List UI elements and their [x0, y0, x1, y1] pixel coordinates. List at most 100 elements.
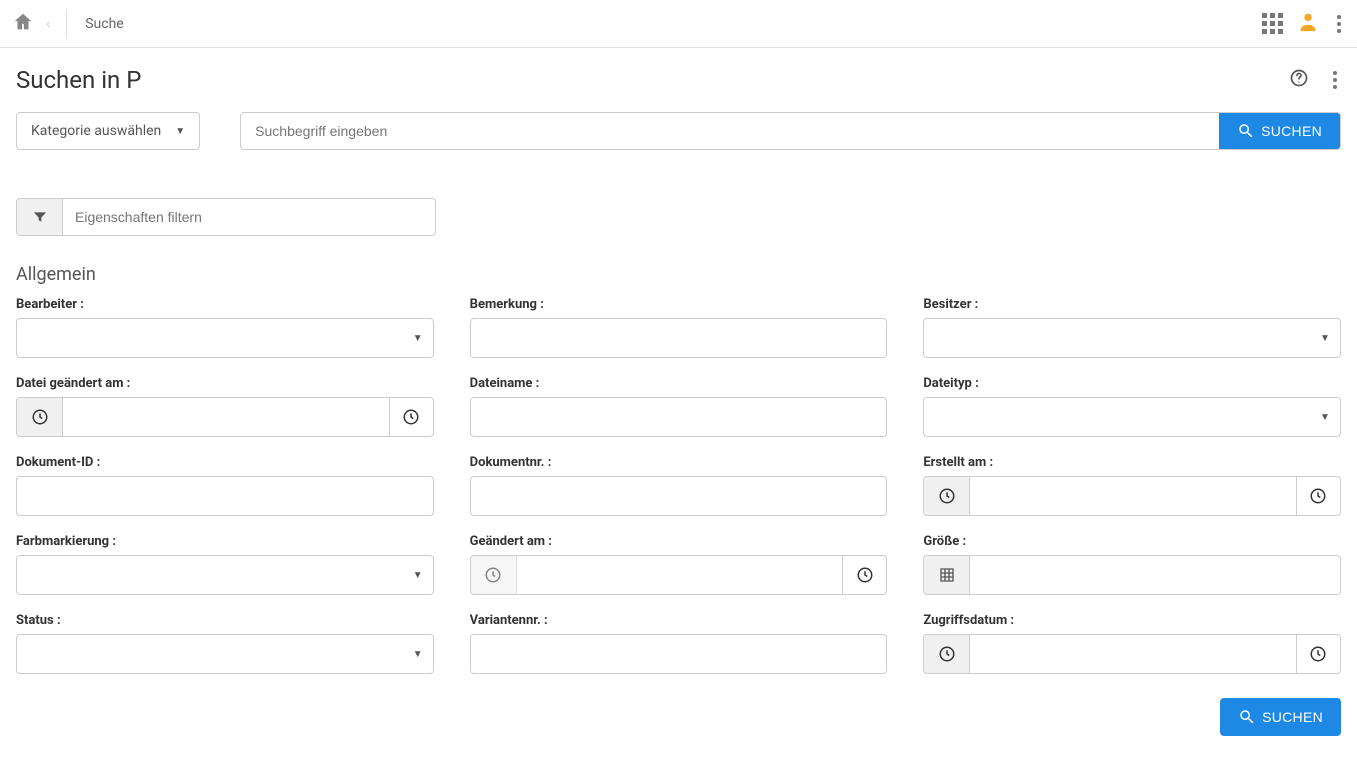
clock-icon[interactable] — [924, 477, 970, 515]
caret-down-icon[interactable]: ▼ — [1310, 319, 1340, 357]
breadcrumb[interactable]: Suche — [85, 16, 124, 32]
control-groesse[interactable] — [923, 555, 1341, 595]
caret-down-icon[interactable]: ▼ — [403, 319, 433, 357]
label-bemerkung: Bemerkung : — [470, 297, 888, 312]
control-geaendert-am[interactable] — [470, 555, 888, 595]
caret-down-icon[interactable]: ▼ — [403, 556, 433, 594]
caret-down-icon: ▼ — [175, 126, 185, 137]
field-dateiname: Dateiname : — [470, 376, 888, 437]
field-besitzer: Besitzer : ▼ — [923, 297, 1341, 358]
control-dokument-id[interactable] — [16, 476, 434, 516]
label-farbmarkierung: Farbmarkierung : — [16, 534, 434, 549]
search-button-bottom[interactable]: SUCHEN — [1220, 698, 1341, 736]
clock-icon[interactable] — [924, 635, 970, 673]
field-dokumentnr: Dokumentnr. : — [470, 455, 888, 516]
control-datei-geaendert-am[interactable] — [16, 397, 434, 437]
category-select[interactable]: Kategorie auswählen ▼ — [16, 112, 200, 150]
control-dateiname[interactable] — [470, 397, 888, 437]
field-bearbeiter: Bearbeiter : ▼ — [16, 297, 434, 358]
label-groesse: Größe : — [923, 534, 1341, 549]
input-farbmarkierung[interactable] — [17, 556, 403, 594]
caret-down-icon[interactable]: ▼ — [1310, 398, 1340, 436]
table-icon[interactable] — [924, 556, 970, 594]
filter-input[interactable] — [63, 199, 435, 235]
filter-row — [0, 158, 1357, 244]
page-title: Suchen in P — [16, 66, 141, 94]
field-zugriffsdatum: Zugriffsdatum : — [923, 613, 1341, 674]
caret-down-icon[interactable]: ▼ — [403, 635, 433, 673]
more-menu-icon[interactable] — [1333, 11, 1345, 37]
field-dateityp: Dateityp : ▼ — [923, 376, 1341, 437]
control-farbmarkierung[interactable]: ▼ — [16, 555, 434, 595]
search-row: Kategorie auswählen ▼ SUCHEN — [0, 98, 1357, 158]
apps-icon[interactable] — [1262, 13, 1283, 34]
control-besitzer[interactable]: ▼ — [923, 318, 1341, 358]
control-erstellt-am[interactable] — [923, 476, 1341, 516]
field-geaendert-am: Geändert am : — [470, 534, 888, 595]
input-besitzer[interactable] — [924, 319, 1310, 357]
input-dateiname[interactable] — [471, 398, 887, 436]
section-allgemein: Allgemein Bearbeiter : ▼ Bemerkung : Bes… — [0, 244, 1357, 682]
input-erstellt-am[interactable] — [970, 477, 1296, 515]
clock-icon — [471, 556, 517, 594]
page-more-icon[interactable] — [1329, 67, 1341, 93]
category-label: Kategorie auswählen — [31, 123, 161, 139]
label-bearbeiter: Bearbeiter : — [16, 297, 434, 312]
label-erstellt-am: Erstellt am : — [923, 455, 1341, 470]
input-status[interactable] — [17, 635, 403, 673]
section-title: Allgemein — [16, 264, 1341, 285]
clock-picker-icon[interactable] — [1296, 635, 1340, 673]
input-variantennr[interactable] — [471, 635, 887, 673]
search-input[interactable] — [241, 113, 1219, 149]
control-bemerkung[interactable] — [470, 318, 888, 358]
label-zugriffsdatum: Zugriffsdatum : — [923, 613, 1341, 628]
user-icon[interactable] — [1297, 11, 1319, 37]
search-button-label: SUCHEN — [1261, 123, 1322, 139]
filter-icon[interactable] — [17, 199, 63, 235]
label-geaendert-am: Geändert am : — [470, 534, 888, 549]
label-dateityp: Dateityp : — [923, 376, 1341, 391]
input-dateityp[interactable] — [924, 398, 1310, 436]
field-datei-geaendert-am: Datei geändert am : — [16, 376, 434, 437]
clock-picker-icon[interactable] — [389, 398, 433, 436]
search-button-bottom-label: SUCHEN — [1262, 709, 1323, 725]
clock-picker-icon[interactable] — [842, 556, 886, 594]
help-icon[interactable] — [1289, 68, 1309, 92]
clock-icon[interactable] — [17, 398, 63, 436]
clock-picker-icon[interactable] — [1296, 477, 1340, 515]
label-datei-geaendert-am: Datei geändert am : — [16, 376, 434, 391]
home-icon[interactable] — [12, 11, 34, 37]
input-geaendert-am[interactable] — [517, 556, 843, 594]
top-bar: ‹ Suche — [0, 0, 1357, 48]
input-dokumentnr[interactable] — [471, 477, 887, 515]
control-bearbeiter[interactable]: ▼ — [16, 318, 434, 358]
control-zugriffsdatum[interactable] — [923, 634, 1341, 674]
control-dateityp[interactable]: ▼ — [923, 397, 1341, 437]
input-dokument-id[interactable] — [17, 477, 433, 515]
control-status[interactable]: ▼ — [16, 634, 434, 674]
page-header: Suchen in P — [0, 48, 1357, 98]
filter-group — [16, 198, 436, 236]
input-bemerkung[interactable] — [471, 319, 887, 357]
field-farbmarkierung: Farbmarkierung : ▼ — [16, 534, 434, 595]
field-status: Status : ▼ — [16, 613, 434, 674]
input-datei-geaendert-am[interactable] — [63, 398, 389, 436]
field-dokument-id: Dokument-ID : — [16, 455, 434, 516]
label-besitzer: Besitzer : — [923, 297, 1341, 312]
input-bearbeiter[interactable] — [17, 319, 403, 357]
label-dokumentnr: Dokumentnr. : — [470, 455, 888, 470]
divider — [66, 10, 67, 38]
input-zugriffsdatum[interactable] — [970, 635, 1296, 673]
field-groesse: Größe : — [923, 534, 1341, 595]
label-dateiname: Dateiname : — [470, 376, 888, 391]
control-variantennr[interactable] — [470, 634, 888, 674]
search-button[interactable]: SUCHEN — [1219, 113, 1340, 149]
label-variantennr: Variantennr. : — [470, 613, 888, 628]
field-variantennr: Variantennr. : — [470, 613, 888, 674]
control-dokumentnr[interactable] — [470, 476, 888, 516]
search-wrap: SUCHEN — [240, 112, 1341, 150]
input-groesse[interactable] — [970, 556, 1340, 594]
field-erstellt-am: Erstellt am : — [923, 455, 1341, 516]
back-icon[interactable]: ‹ — [42, 16, 54, 32]
label-status: Status : — [16, 613, 434, 628]
